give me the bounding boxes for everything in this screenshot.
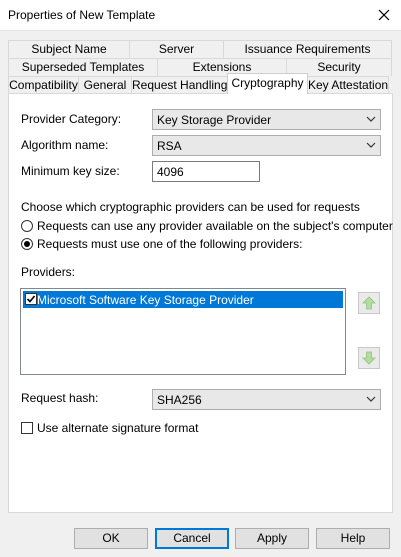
chevron-down-icon xyxy=(366,116,376,122)
list-item[interactable]: Microsoft Software Key Storage Provider xyxy=(23,291,343,308)
radio-must-use-provider-label[interactable]: Requests must use one of the following p… xyxy=(37,237,302,251)
checkmark-icon xyxy=(26,295,36,303)
providers-label: Providers: xyxy=(21,265,76,279)
providers-list[interactable]: Microsoft Software Key Storage Provider xyxy=(20,288,346,375)
provider-name: Microsoft Software Key Storage Provider xyxy=(37,293,254,307)
chevron-down-icon xyxy=(366,142,376,148)
tab-superseded-templates[interactable]: Superseded Templates xyxy=(8,58,158,76)
tab-general[interactable]: General xyxy=(78,76,132,94)
tab-request-handling[interactable]: Request Handling xyxy=(131,76,228,94)
cancel-button[interactable]: Cancel xyxy=(155,528,229,549)
tab-compatibility[interactable]: Compatibility xyxy=(8,76,79,94)
arrow-up-icon xyxy=(362,296,376,310)
provider-category-value: Key Storage Provider xyxy=(157,113,272,127)
algorithm-select[interactable]: RSA xyxy=(152,135,381,156)
apply-button[interactable]: Apply xyxy=(235,528,309,549)
algorithm-label: Algorithm name: xyxy=(21,138,109,152)
request-hash-label: Request hash: xyxy=(21,391,99,405)
chevron-down-icon xyxy=(366,396,376,402)
radio-any-provider[interactable] xyxy=(21,220,33,232)
choose-providers-text: Choose which cryptographic providers can… xyxy=(21,200,360,214)
request-hash-value: SHA256 xyxy=(157,393,202,407)
min-key-size-value: 4096 xyxy=(157,165,184,179)
window-title: Properties of New Template xyxy=(8,8,156,22)
min-key-size-input[interactable]: 4096 xyxy=(152,161,260,182)
provider-checkbox[interactable] xyxy=(25,293,37,305)
radio-any-provider-label[interactable]: Requests can use any provider available … xyxy=(37,219,393,233)
tab-row-1: Subject Name Server Issuance Requirement… xyxy=(8,40,392,58)
move-up-button[interactable] xyxy=(358,292,380,314)
tab-key-attestation[interactable]: Key Attestation xyxy=(307,76,389,94)
tab-row-2: Superseded Templates Extensions Security xyxy=(8,58,392,76)
provider-category-select[interactable]: Key Storage Provider xyxy=(152,109,381,130)
close-button[interactable] xyxy=(367,0,401,30)
move-down-button[interactable] xyxy=(358,347,380,369)
alt-signature-checkbox[interactable] xyxy=(21,422,33,434)
arrow-down-icon xyxy=(362,351,376,365)
alt-signature-label[interactable]: Use alternate signature format xyxy=(37,421,198,435)
help-button[interactable]: Help xyxy=(316,528,390,549)
tab-subject-name[interactable]: Subject Name xyxy=(8,40,130,58)
tab-issuance-requirements[interactable]: Issuance Requirements xyxy=(223,40,392,58)
title-bar: Properties of New Template xyxy=(0,0,401,31)
tab-cryptography[interactable]: Cryptography xyxy=(227,73,308,94)
close-icon xyxy=(378,9,390,21)
radio-must-use-provider[interactable] xyxy=(21,238,33,250)
provider-category-label: Provider Category: xyxy=(21,112,122,126)
tab-server[interactable]: Server xyxy=(129,40,224,58)
request-hash-select[interactable]: SHA256 xyxy=(152,389,381,410)
ok-button[interactable]: OK xyxy=(74,528,148,549)
algorithm-value: RSA xyxy=(157,139,182,153)
tab-row-3: Compatibility General Request Handling C… xyxy=(8,73,389,94)
min-key-size-label: Minimum key size: xyxy=(21,164,120,178)
